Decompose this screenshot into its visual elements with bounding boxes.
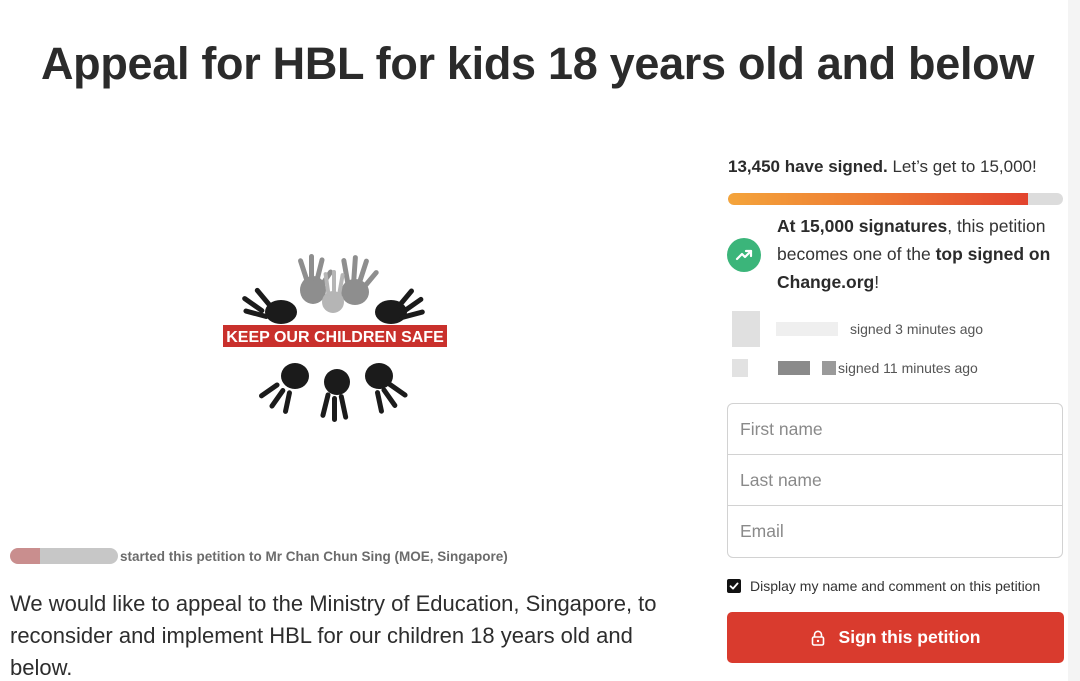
first-name-input[interactable]	[728, 404, 1062, 455]
signer-avatar-redacted	[732, 359, 748, 377]
signer-time: signed 11 minutes ago	[838, 360, 978, 376]
sign-form	[727, 403, 1063, 558]
recent-signer: signed 11 minutes ago	[732, 357, 1072, 379]
email-input[interactable]	[728, 506, 1062, 557]
signer-time: signed 3 minutes ago	[850, 321, 984, 337]
petition-description: We would like to appeal to the Ministry …	[10, 591, 657, 680]
page-title: Appeal for HBL for kids 18 years old and…	[40, 38, 1035, 89]
logo-banner-text: KEEP OUR CHILDREN SAFE	[226, 329, 444, 346]
progress-bar	[728, 193, 1063, 205]
starter-avatar-redacted	[10, 548, 118, 564]
milestone-end: !	[874, 272, 880, 292]
sign-petition-button[interactable]: Sign this petition	[727, 612, 1064, 663]
milestone-text: At 15,000 signatures, this petition beco…	[777, 212, 1067, 296]
signer-avatar-redacted	[732, 311, 760, 347]
progress-fill	[728, 193, 1029, 205]
milestone-count: At 15,000 signatures	[777, 216, 948, 236]
signer-name-redacted	[778, 361, 810, 375]
petition-image: KEEP OUR CHILDREN SAFE	[215, 250, 455, 425]
petition-starter: started this petition to Mr Chan Chun Si…	[10, 544, 508, 568]
hands-logo-image: KEEP OUR CHILDREN SAFE	[223, 254, 447, 422]
starter-text: started this petition to Mr Chan Chun Si…	[120, 548, 508, 564]
signature-count: 13,450 have signed. Let’s get to 15,000!	[728, 157, 1037, 177]
signer-name-redacted	[822, 361, 836, 375]
scrollbar[interactable]	[1068, 0, 1080, 681]
goal-text: Let’s get to 15,000!	[892, 157, 1037, 176]
consent-checkbox[interactable]	[727, 579, 741, 593]
signed-count-text: 13,450 have signed.	[728, 157, 888, 176]
sign-button-label: Sign this petition	[838, 627, 981, 647]
signer-name-redacted	[776, 322, 838, 336]
checkmark-icon	[729, 582, 739, 590]
lock-icon	[811, 630, 825, 646]
petition-page: Appeal for HBL for kids 18 years old and…	[0, 0, 1080, 681]
display-name-consent[interactable]: Display my name and comment on this peti…	[727, 576, 1040, 596]
recent-signer: signed 3 minutes ago	[732, 311, 1072, 347]
trending-up-icon	[727, 238, 761, 272]
last-name-input[interactable]	[728, 455, 1062, 506]
consent-label: Display my name and comment on this peti…	[750, 578, 1041, 594]
